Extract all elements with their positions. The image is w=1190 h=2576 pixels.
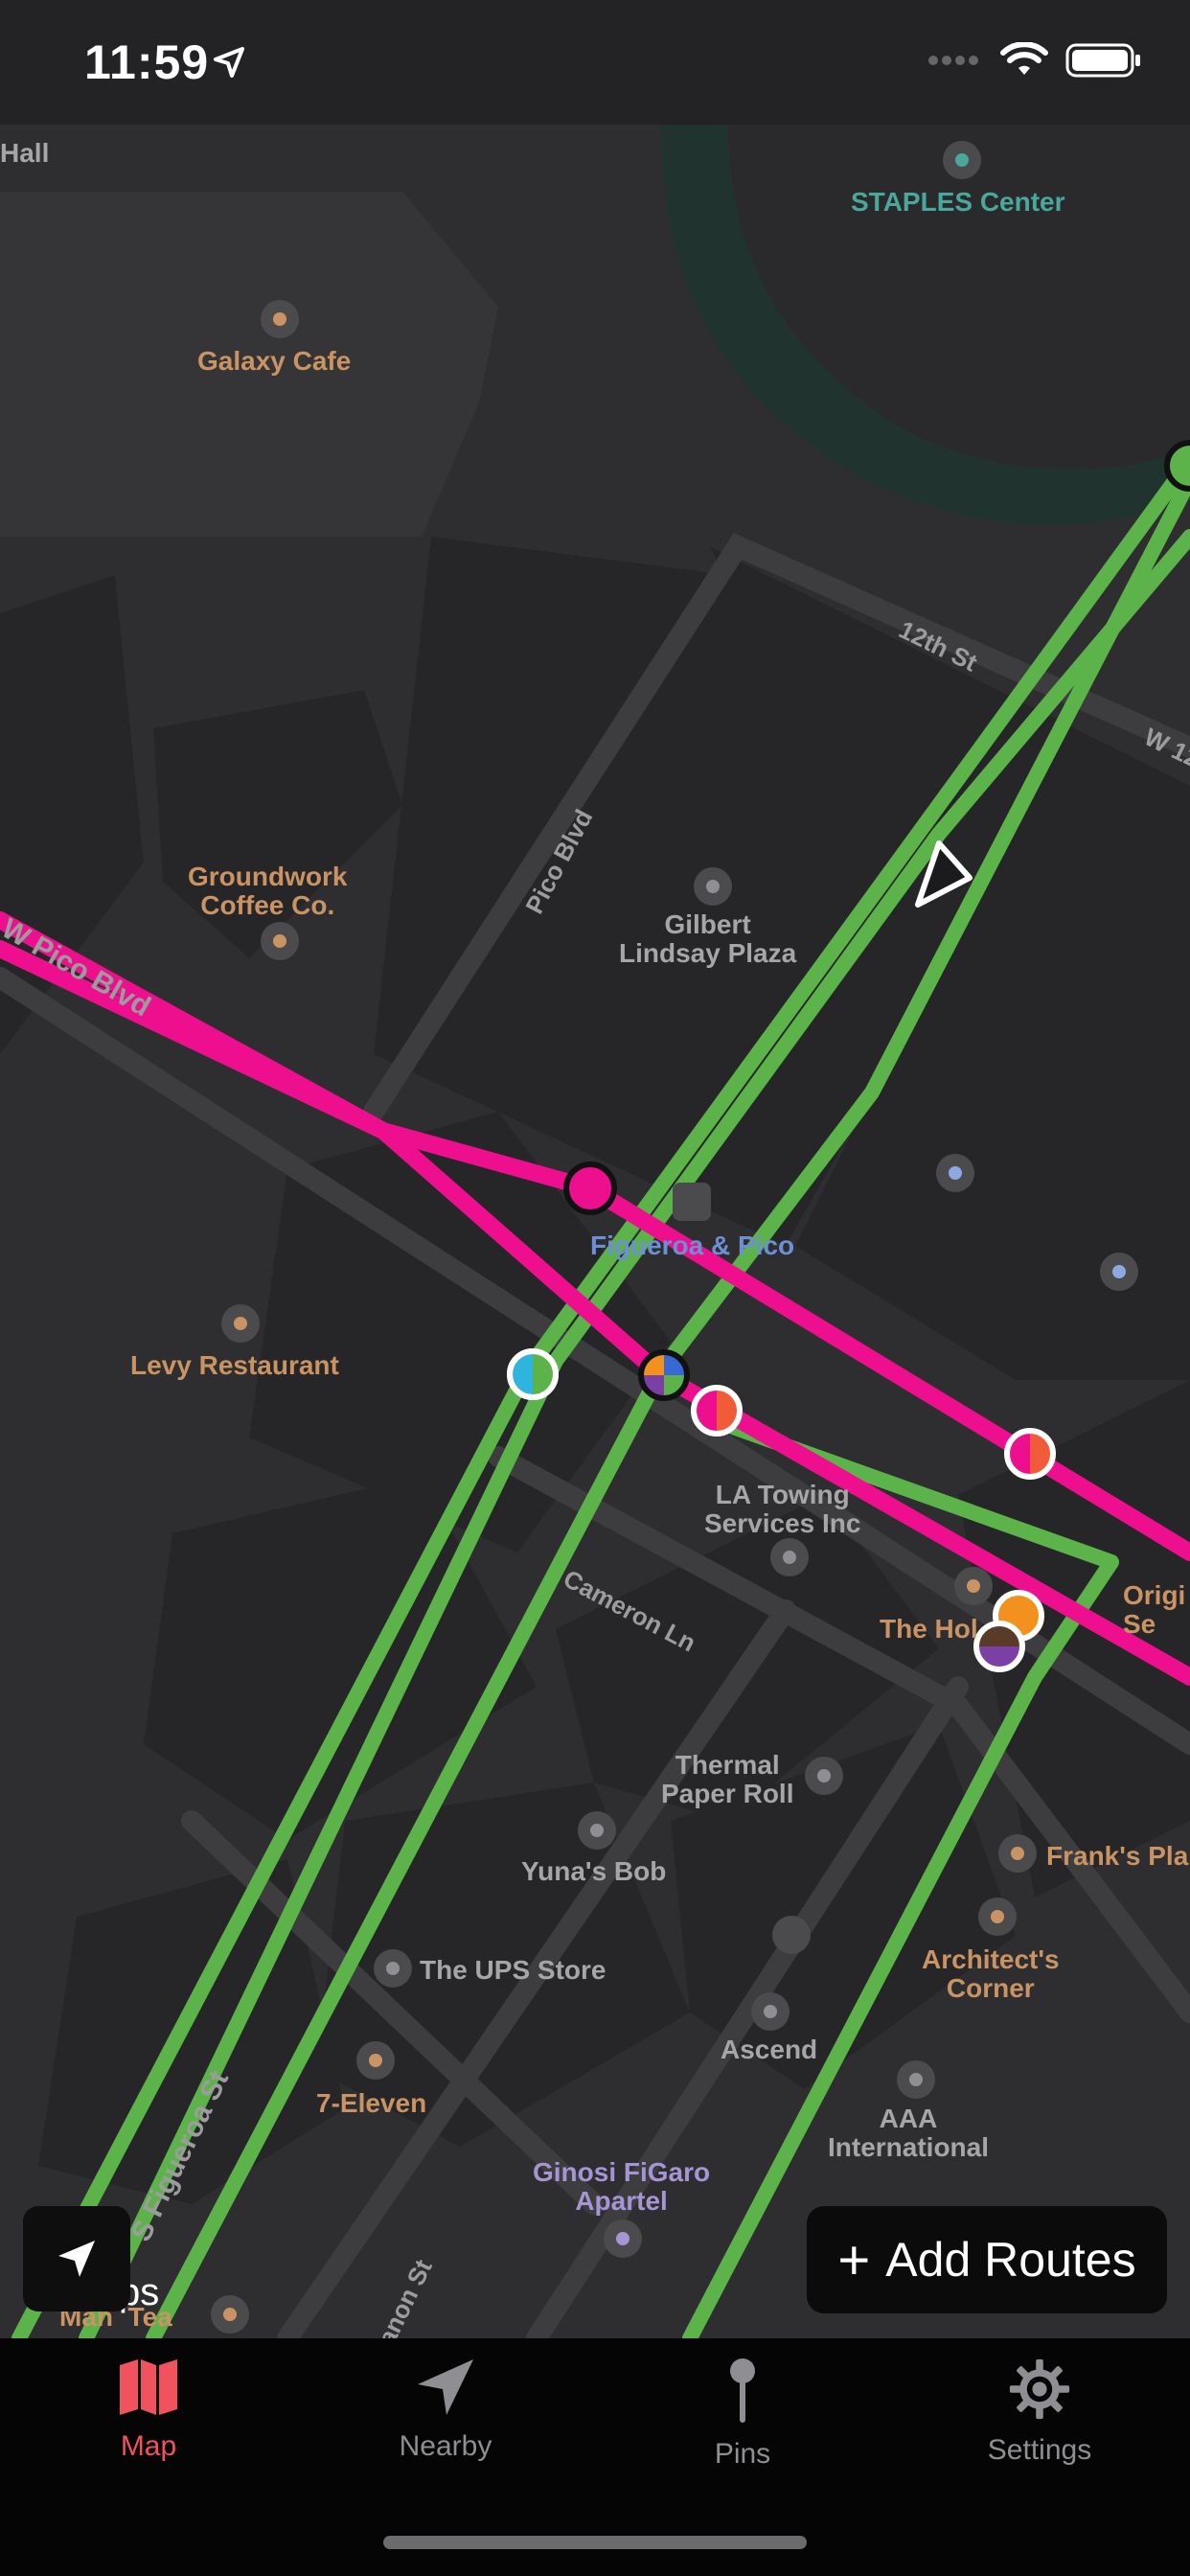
plus-icon: +: [837, 2228, 871, 2291]
add-routes-button[interactable]: + Add Routes: [807, 2206, 1167, 2313]
poi-label[interactable]: Frank's Pla: [1046, 1842, 1188, 1871]
poi-label[interactable]: The Hol: [880, 1615, 978, 1644]
poi-label[interactable]: STAPLES Center: [851, 188, 1065, 217]
poi-label[interactable]: LA Towing Services Inc: [704, 1481, 860, 1538]
poi-label[interactable]: Origi Se: [1123, 1581, 1185, 1639]
poi-label[interactable]: Ginosi FiGaro Apartel: [533, 2158, 710, 2216]
location-arrow-icon: [58, 2241, 95, 2277]
poi-label[interactable]: Gilbert Lindsay Plaza: [619, 910, 796, 968]
signal-dots-icon: [928, 56, 978, 65]
tab-label: Nearby: [399, 2430, 492, 2462]
poi-label[interactable]: Thermal Paper Roll: [661, 1751, 793, 1808]
poi-label[interactable]: Architect's Corner: [922, 1945, 1060, 2003]
map-icon: [120, 2359, 177, 2415]
status-bar: 11:59: [0, 0, 1190, 125]
poi-label[interactable]: Figueroa & Pico: [590, 1231, 794, 1260]
locate-me-button[interactable]: [23, 2206, 130, 2312]
tab-label: Pins: [714, 2438, 771, 2470]
poi-label[interactable]: Hall: [0, 139, 49, 168]
add-routes-label: Add Routes: [885, 2233, 1136, 2287]
poi-label[interactable]: The UPS Store: [420, 1956, 606, 1985]
tab-settings[interactable]: Settings: [891, 2358, 1188, 2501]
status-time: 11:59: [84, 35, 210, 89]
poi-label[interactable]: Levy Restaurant: [130, 1351, 339, 1380]
tab-pins[interactable]: Pins: [594, 2358, 891, 2501]
gear-icon: [1009, 2358, 1070, 2420]
tab-label: Map: [120, 2430, 177, 2462]
poi-label[interactable]: 7-Eleven: [316, 2089, 426, 2118]
wifi-icon: [1000, 42, 1048, 75]
tab-nearby[interactable]: Nearby: [297, 2358, 594, 2501]
status-icons: [927, 42, 1142, 79]
location-arrow-icon: [214, 47, 244, 78]
home-indicator[interactable]: [383, 2536, 807, 2549]
poi-label[interactable]: Galaxy Cafe: [197, 347, 351, 376]
poi-label[interactable]: Ascend: [721, 2036, 817, 2064]
battery-icon: [1065, 43, 1140, 78]
poi-label[interactable]: Yuna's Bob: [521, 1857, 666, 1886]
location-arrow-icon: [418, 2359, 473, 2415]
poi-label[interactable]: Groundwork Coffee Co.: [188, 862, 347, 920]
poi-label[interactable]: AAA International: [828, 2104, 989, 2162]
tab-map[interactable]: Map: [0, 2358, 297, 2501]
tab-label: Settings: [987, 2434, 1092, 2466]
pin-icon: [730, 2358, 755, 2423]
